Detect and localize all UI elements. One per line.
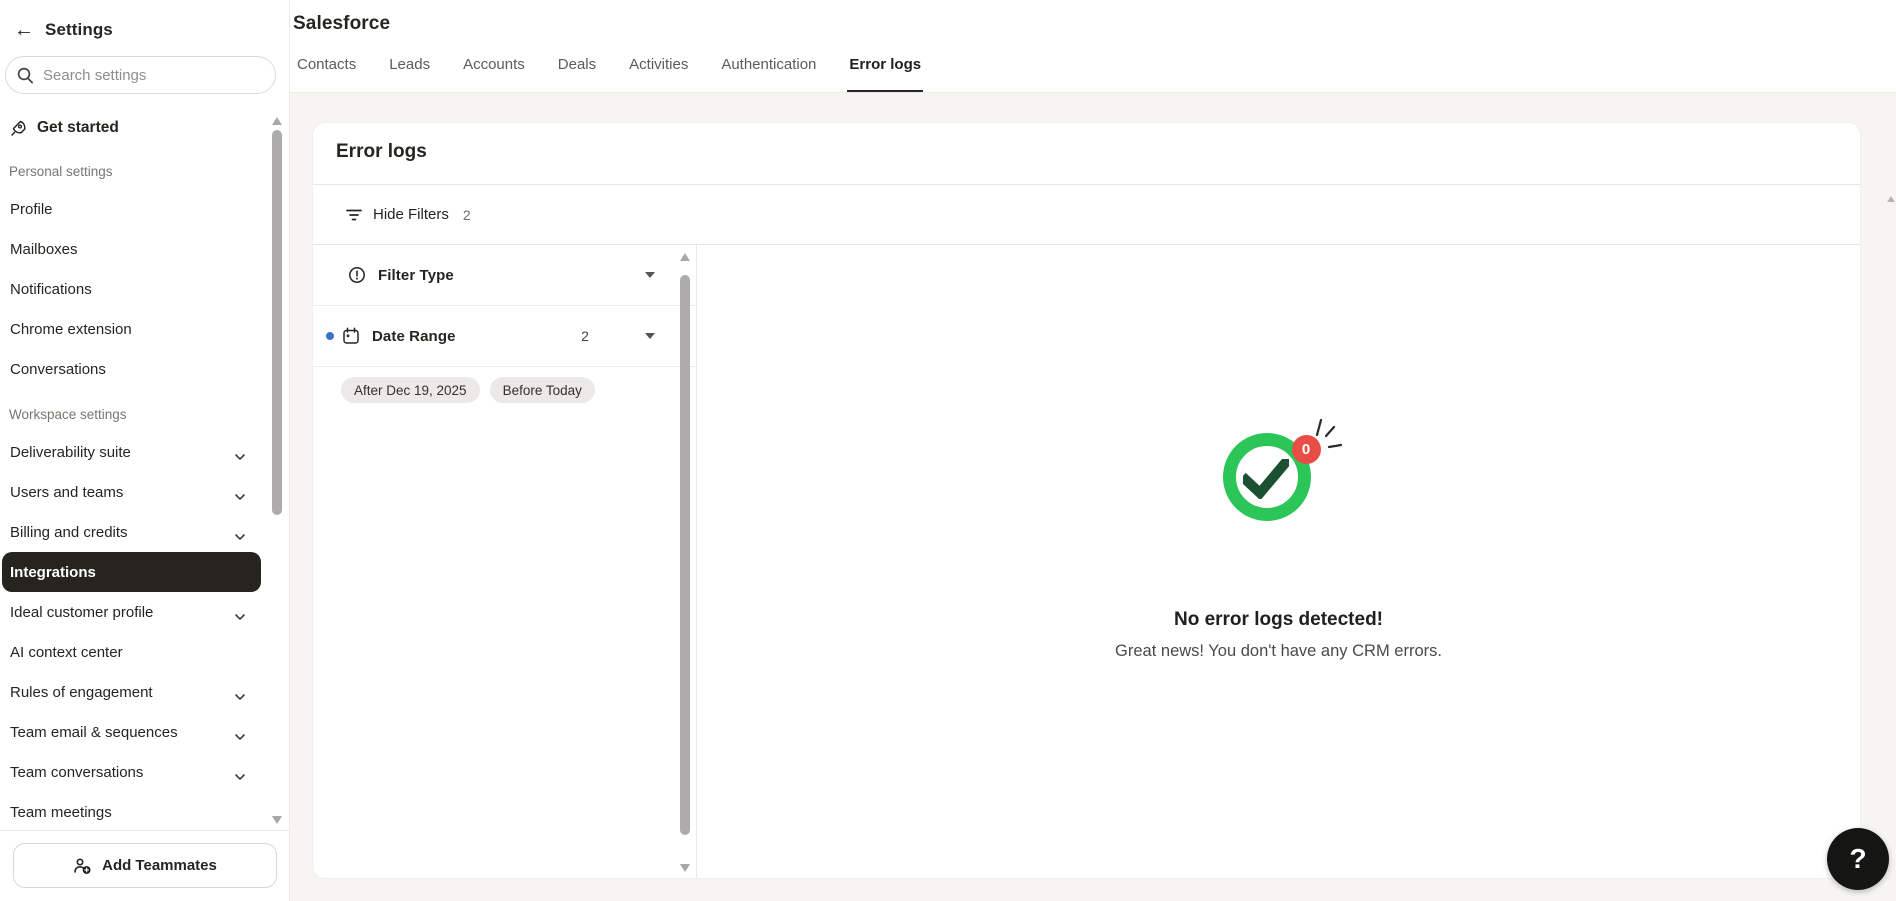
- active-filter-dot: [326, 332, 334, 340]
- no-errors-illustration: 0: [1223, 433, 1311, 521]
- filter-icon: [346, 207, 362, 223]
- scrollbar-thumb[interactable]: [680, 275, 690, 835]
- add-teammates-button[interactable]: Add Teammates: [13, 843, 277, 888]
- sidebar-item-integrations[interactable]: Integrations: [2, 552, 261, 592]
- sidebar-item-profile[interactable]: Profile: [2, 189, 261, 229]
- sidebar-header: ← Settings: [0, 0, 289, 40]
- content-area: Error logs Hide Filters 2 Filter Type: [290, 93, 1896, 901]
- sidebar-title: Settings: [45, 20, 113, 40]
- tab-accounts[interactable]: Accounts: [461, 56, 527, 92]
- scrollbar-thumb[interactable]: [272, 130, 282, 515]
- filters-count: 2: [463, 207, 471, 223]
- filter-column: Filter Type Date Range 2: [313, 245, 697, 878]
- rocket-icon: [10, 120, 27, 137]
- panel-header: Error logs: [313, 123, 1860, 185]
- tab-leads[interactable]: Leads: [387, 56, 432, 92]
- section-label-workspace: Workspace settings: [9, 407, 289, 422]
- search-input[interactable]: [43, 67, 265, 84]
- help-button[interactable]: ?: [1827, 828, 1889, 890]
- sidebar-scrollbar: [271, 0, 283, 901]
- settings-sidebar: ← Settings Get started Personal settings…: [0, 0, 290, 901]
- tabs-bar: Contacts Leads Accounts Deals Activities…: [295, 56, 923, 92]
- search-settings-box[interactable]: [5, 56, 276, 94]
- scroll-up-arrow[interactable]: [680, 253, 690, 261]
- tab-authentication[interactable]: Authentication: [719, 56, 818, 92]
- filter-group-filter-type[interactable]: Filter Type: [313, 245, 696, 306]
- tab-contacts[interactable]: Contacts: [295, 56, 358, 92]
- filter-group-label: Filter Type: [378, 267, 454, 284]
- filter-chip-before-today[interactable]: Before Today: [490, 377, 595, 403]
- dropdown-arrow-icon: [645, 333, 655, 339]
- person-add-icon: [73, 857, 92, 875]
- calendar-icon: [342, 327, 360, 345]
- filter-group-label: Date Range: [372, 328, 456, 345]
- sidebar-item-deliverability-suite[interactable]: Deliverability suite: [2, 432, 261, 472]
- integration-header: Salesforce Contacts Leads Accounts Deals…: [290, 0, 1896, 93]
- error-logs-panel: Error logs Hide Filters 2 Filter Type: [313, 123, 1860, 878]
- chevron-down-icon: [235, 528, 245, 536]
- sidebar-item-label: Get started: [37, 119, 119, 137]
- chevron-down-icon: [235, 728, 245, 736]
- empty-state: 0 No error logs detected! Great news! Yo…: [697, 245, 1860, 878]
- tab-activities[interactable]: Activities: [627, 56, 690, 92]
- filter-group-date-range[interactable]: Date Range 2: [313, 306, 696, 367]
- page-title: Salesforce: [293, 13, 390, 35]
- alert-circle-icon: [348, 266, 366, 284]
- search-icon: [17, 67, 34, 84]
- scroll-up-arrow[interactable]: [272, 117, 282, 125]
- back-arrow-icon[interactable]: ←: [14, 20, 34, 40]
- dropdown-arrow-icon: [645, 272, 655, 278]
- sidebar-item-get-started[interactable]: Get started: [2, 110, 261, 146]
- sidebar-item-chrome-extension[interactable]: Chrome extension: [2, 309, 261, 349]
- sidebar-item-billing-and-credits[interactable]: Billing and credits: [2, 512, 261, 552]
- tab-deals[interactable]: Deals: [556, 56, 598, 92]
- sidebar-item-ideal-customer-profile[interactable]: Ideal customer profile: [2, 592, 261, 632]
- sidebar-item-rules-of-engagement[interactable]: Rules of engagement: [2, 672, 261, 712]
- sidebar-item-notifications[interactable]: Notifications: [2, 269, 261, 309]
- chevron-down-icon: [235, 688, 245, 696]
- scroll-down-arrow[interactable]: [272, 816, 282, 824]
- sidebar-footer: Add Teammates: [0, 830, 289, 901]
- empty-state-title: No error logs detected!: [697, 609, 1860, 631]
- add-teammates-label: Add Teammates: [102, 857, 217, 874]
- sidebar-item-mailboxes[interactable]: Mailboxes: [2, 229, 261, 269]
- sidebar-item-team-conversations[interactable]: Team conversations: [2, 752, 261, 792]
- chevron-down-icon: [235, 448, 245, 456]
- panel-title: Error logs: [336, 141, 1860, 163]
- panel-body: Filter Type Date Range 2: [313, 245, 1860, 878]
- tab-error-logs[interactable]: Error logs: [847, 56, 923, 92]
- scroll-down-arrow[interactable]: [680, 864, 690, 872]
- sidebar-item-conversations[interactable]: Conversations: [2, 349, 261, 389]
- section-label-personal: Personal settings: [9, 164, 289, 179]
- sparkle-lines-icon: [1313, 415, 1343, 451]
- filter-group-count: 2: [575, 328, 595, 344]
- filter-column-scrollbar: [679, 253, 691, 872]
- filter-chip-after-date[interactable]: After Dec 19, 2025: [341, 377, 480, 403]
- chevron-down-icon: [235, 608, 245, 616]
- page-scroll-arrow[interactable]: [1887, 196, 1895, 202]
- hide-filters-label: Hide Filters: [373, 206, 449, 223]
- empty-state-subtitle: Great news! You don't have any CRM error…: [697, 642, 1860, 661]
- sidebar-item-ai-context-center[interactable]: AI context center: [2, 632, 261, 672]
- sidebar-item-team-meetings[interactable]: Team meetings: [2, 792, 261, 832]
- sidebar-nav: Get started Personal settings Profile Ma…: [0, 94, 289, 832]
- chevron-down-icon: [235, 768, 245, 776]
- chevron-down-icon: [235, 488, 245, 496]
- checkmark-icon: [1243, 459, 1289, 499]
- hide-filters-toggle[interactable]: Hide Filters 2: [313, 185, 1860, 245]
- sidebar-item-team-email-sequences[interactable]: Team email & sequences: [2, 712, 261, 752]
- sidebar-item-users-and-teams[interactable]: Users and teams: [2, 472, 261, 512]
- active-filter-chips: After Dec 19, 2025 Before Today: [313, 367, 696, 403]
